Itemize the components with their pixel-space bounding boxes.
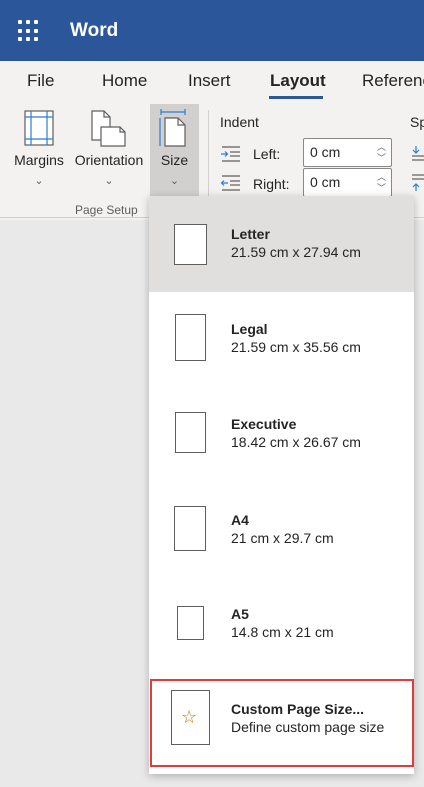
ribbon-tabs: File Home Insert Layout Referenc bbox=[0, 61, 424, 102]
page-icon bbox=[175, 412, 206, 453]
chevron-down-icon[interactable]: ﹀ bbox=[377, 154, 386, 163]
size-button[interactable]: Size ⌄ bbox=[150, 104, 199, 196]
page-icon bbox=[174, 506, 206, 551]
tab-insert[interactable]: Insert bbox=[188, 71, 231, 91]
active-tab-indicator bbox=[269, 96, 323, 99]
size-option-a4[interactable]: A4 21 cm x 29.7 cm bbox=[149, 484, 414, 580]
tab-layout[interactable]: Layout bbox=[270, 71, 326, 91]
orientation-button[interactable]: Orientation ⌄ bbox=[70, 104, 148, 196]
page-icon bbox=[174, 224, 207, 265]
indent-title: Indent bbox=[220, 114, 259, 130]
size-option-legal[interactable]: Legal 21.59 cm x 35.56 cm bbox=[149, 292, 414, 388]
indent-right-icon bbox=[220, 175, 240, 191]
size-option-dimensions: 14.8 cm x 21 cm bbox=[231, 624, 334, 640]
size-option-title: Executive bbox=[231, 416, 297, 432]
indent-left-icon bbox=[221, 146, 240, 162]
margins-icon bbox=[24, 110, 54, 146]
spacing-title: Sp bbox=[410, 114, 424, 130]
indent-right-label: Right: bbox=[253, 176, 290, 192]
indent-left-value: 0 cm bbox=[310, 144, 341, 160]
size-option-a5[interactable]: A5 14.8 cm x 21 cm bbox=[149, 580, 414, 676]
indent-right-field[interactable]: 0 cm ︿ ﹀ bbox=[303, 168, 392, 197]
chevron-up-icon[interactable]: ︿ bbox=[377, 173, 386, 182]
page-icon bbox=[177, 606, 204, 640]
chevron-up-icon[interactable]: ︿ bbox=[377, 143, 386, 152]
size-option-dimensions: 18.42 cm x 26.67 cm bbox=[231, 434, 361, 450]
size-option-dimensions: 21.59 cm x 35.56 cm bbox=[231, 339, 361, 355]
chevron-down-icon: ⌄ bbox=[104, 175, 114, 187]
indent-left-field[interactable]: 0 cm ︿ ﹀ bbox=[303, 138, 392, 167]
title-bar: Word bbox=[0, 0, 424, 61]
size-option-dimensions: 21.59 cm x 27.94 cm bbox=[231, 244, 361, 260]
app-name: Word bbox=[70, 20, 119, 41]
spacing-icon bbox=[412, 146, 424, 191]
app-launcher-icon[interactable] bbox=[18, 20, 40, 42]
size-icon bbox=[159, 109, 186, 147]
size-option-executive[interactable]: Executive 18.42 cm x 26.67 cm bbox=[149, 388, 414, 484]
tab-home[interactable]: Home bbox=[102, 71, 147, 91]
margins-label: Margins bbox=[14, 152, 64, 168]
size-option-letter[interactable]: Letter 21.59 cm x 27.94 cm bbox=[149, 196, 414, 292]
size-label: Size bbox=[160, 152, 189, 168]
size-option-title: A5 bbox=[231, 606, 249, 622]
page-icon bbox=[175, 314, 206, 361]
chevron-down-icon: ⌄ bbox=[169, 175, 180, 187]
size-option-dimensions: 21 cm x 29.7 cm bbox=[231, 530, 334, 546]
indent-right-value: 0 cm bbox=[310, 174, 341, 190]
tab-file[interactable]: File bbox=[27, 71, 54, 91]
tab-references[interactable]: Referenc bbox=[362, 71, 424, 91]
orientation-label: Orientation bbox=[74, 152, 144, 168]
orientation-icon bbox=[91, 110, 126, 147]
group-separator bbox=[208, 110, 209, 200]
chevron-down-icon[interactable]: ﹀ bbox=[377, 184, 386, 193]
size-option-title: A4 bbox=[231, 512, 249, 528]
size-option-title: Letter bbox=[231, 226, 270, 242]
page-setup-group-label: Page Setup bbox=[75, 203, 138, 217]
indent-left-label: Left: bbox=[253, 146, 281, 162]
custom-size-highlight-box bbox=[150, 679, 414, 767]
margins-button[interactable]: Margins ⌄ bbox=[10, 104, 68, 196]
size-option-title: Legal bbox=[231, 321, 268, 337]
chevron-down-icon: ⌄ bbox=[34, 175, 44, 187]
